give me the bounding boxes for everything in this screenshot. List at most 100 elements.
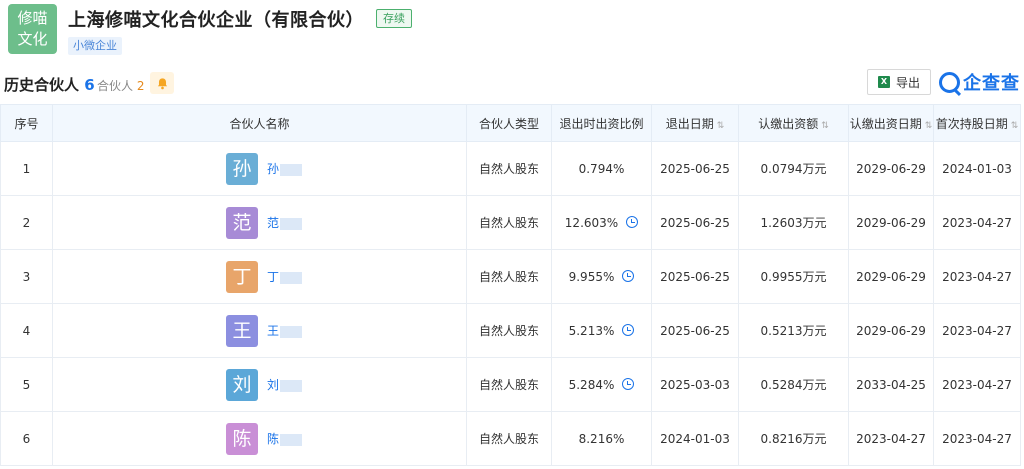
subscribed-amount: 1.2603万元	[738, 195, 849, 250]
header-amount[interactable]: 认缴出资额 ⇅	[738, 104, 849, 142]
brand-mark-icon	[939, 71, 960, 93]
status-badge: 存续	[376, 9, 412, 28]
section-title-count: 6	[84, 76, 95, 94]
sort-icon[interactable]: ⇅	[925, 121, 933, 131]
subscribe-date: 2029-06-29	[848, 303, 934, 358]
exit-date: 2025-06-25	[651, 249, 739, 304]
exit-ratio: 12.603%	[564, 215, 619, 230]
sort-icon[interactable]: ⇅	[1011, 121, 1019, 131]
header-exit-date-label: 退出日期	[665, 116, 714, 131]
history-clock-icon[interactable]	[622, 377, 635, 390]
exit-ratio: 8.216%	[578, 431, 625, 446]
exit-date: 2024-01-03	[651, 411, 739, 466]
subscribe-date: 2029-06-29	[848, 249, 934, 304]
scale-tag[interactable]: 小微企业	[68, 37, 122, 55]
partner-name: 孙	[266, 162, 279, 176]
exit-date: 2025-06-25	[651, 141, 739, 196]
header-name: 合伙人名称	[52, 104, 467, 142]
avatar[interactable]: 孙	[225, 152, 258, 185]
exit-date: 2025-06-25	[651, 303, 739, 358]
header-subscribe-date[interactable]: 认缴出资日期 ⇅	[848, 104, 934, 142]
partner-name-link[interactable]: 范	[267, 214, 302, 231]
row-index: 4	[0, 303, 53, 358]
exit-ratio: 5.284%	[568, 377, 615, 392]
exit-ratio-cell: 5.213%	[551, 303, 652, 358]
exit-ratio-cell: 5.284%	[551, 357, 652, 412]
bell-icon[interactable]	[150, 72, 174, 94]
exit-ratio: 5.213%	[568, 323, 615, 338]
subscribed-amount: 0.0794万元	[738, 141, 849, 196]
partner-type: 自然人股东	[466, 357, 552, 412]
first-hold-date: 2023-04-27	[933, 303, 1021, 358]
header-first-date-label: 首次持股日期	[935, 116, 1008, 131]
exit-ratio: 9.955%	[568, 269, 615, 284]
history-clock-icon[interactable]	[626, 215, 639, 228]
partner-cell: 孙孙	[52, 141, 467, 196]
subscribe-date: 2033-04-25	[848, 357, 934, 412]
row-index: 1	[0, 141, 53, 196]
row-index: 3	[0, 249, 53, 304]
partner-cell: 丁丁	[52, 249, 467, 304]
subscribed-amount: 0.5284万元	[738, 357, 849, 412]
table-row: 3 丁丁自然人股东 9.955% 2025-06-25 0.9955万元 2029-06-…	[0, 249, 1021, 304]
header-amount-label: 认缴出资额	[758, 116, 819, 131]
tab-partners-count: 2	[136, 79, 145, 93]
partner-name-link[interactable]: 陈	[267, 430, 302, 447]
masked-name-block	[280, 217, 302, 230]
company-logo-line-2: 文化	[17, 30, 48, 48]
table-row: 6 陈陈自然人股东 8.216% 2024-01-03 0.8216万元 2023-04-…	[0, 411, 1021, 466]
partner-name-link[interactable]: 丁	[267, 268, 302, 285]
export-button[interactable]: X 导出	[867, 69, 931, 95]
company-name[interactable]: 上海修喵文化合伙企业（有限合伙）	[68, 6, 364, 32]
sort-icon[interactable]: ⇅	[821, 121, 829, 131]
section-title-label: 历史合伙人	[4, 76, 80, 94]
partner-name: 范	[266, 216, 279, 230]
header-subscribe-date-label: 认缴出资日期	[849, 116, 922, 131]
history-clock-icon[interactable]	[622, 323, 635, 336]
avatar[interactable]: 丁	[225, 260, 258, 293]
subscribe-date: 2023-04-27	[848, 411, 934, 466]
first-hold-date: 2023-04-27	[933, 249, 1021, 304]
partner-cell: 范范	[52, 195, 467, 250]
exit-ratio-cell: 12.603%	[551, 195, 652, 250]
avatar[interactable]: 陈	[225, 422, 258, 455]
avatar[interactable]: 刘	[225, 368, 258, 401]
avatar[interactable]: 王	[225, 314, 258, 347]
table-header-row: 序号 合伙人名称 合伙人类型 退出时出资比例 退出日期 ⇅ 认缴出资额 ⇅ 认缴出资…	[0, 104, 1021, 142]
history-clock-icon[interactable]	[622, 269, 635, 282]
partner-type: 自然人股东	[466, 411, 552, 466]
exit-ratio-cell: 8.216%	[551, 411, 652, 466]
header-ratio: 退出时出资比例	[551, 104, 652, 142]
export-label: 导出	[895, 75, 920, 90]
masked-name-block	[280, 433, 302, 446]
first-hold-date: 2023-04-27	[933, 357, 1021, 412]
sort-icon[interactable]: ⇅	[717, 121, 725, 131]
table-row: 1 孙孙自然人股东 0.794% 2025-06-25 0.0794万元 2029-06-…	[0, 141, 1021, 196]
header-first-date[interactable]: 首次持股日期 ⇅	[933, 104, 1021, 142]
masked-name-block	[280, 379, 302, 392]
partner-name-link[interactable]: 孙	[267, 160, 302, 177]
partner-type: 自然人股东	[466, 249, 552, 304]
masked-name-block	[280, 325, 302, 338]
avatar[interactable]: 范	[225, 206, 258, 239]
header-exit-date[interactable]: 退出日期 ⇅	[651, 104, 739, 142]
tab-partners[interactable]: 合伙人 2	[97, 77, 144, 94]
subscribe-date: 2029-06-29	[848, 195, 934, 250]
exit-ratio: 0.794%	[578, 161, 625, 176]
partner-name-link[interactable]: 刘	[267, 376, 302, 393]
masked-name-block	[280, 271, 302, 284]
section-title[interactable]: 历史合伙人 6	[4, 74, 95, 95]
first-hold-date: 2023-04-27	[933, 411, 1021, 466]
partner-name: 刘	[266, 378, 279, 392]
partner-name: 陈	[266, 432, 279, 446]
partner-name-link[interactable]: 王	[267, 322, 302, 339]
exit-date: 2025-06-25	[651, 195, 739, 250]
table-row: 2 范范自然人股东 12.603% 2025-06-25 1.2603万元 2029-06…	[0, 195, 1021, 250]
subscribed-amount: 0.5213万元	[738, 303, 849, 358]
subscribed-amount: 0.8216万元	[738, 411, 849, 466]
exit-ratio-cell: 0.794%	[551, 141, 652, 196]
partner-cell: 刘刘	[52, 357, 467, 412]
table-row: 4 王王自然人股东 5.213% 2025-06-25 0.5213万元 2029-06-…	[0, 303, 1021, 358]
exit-date: 2025-03-03	[651, 357, 739, 412]
exit-ratio-cell: 9.955%	[551, 249, 652, 304]
